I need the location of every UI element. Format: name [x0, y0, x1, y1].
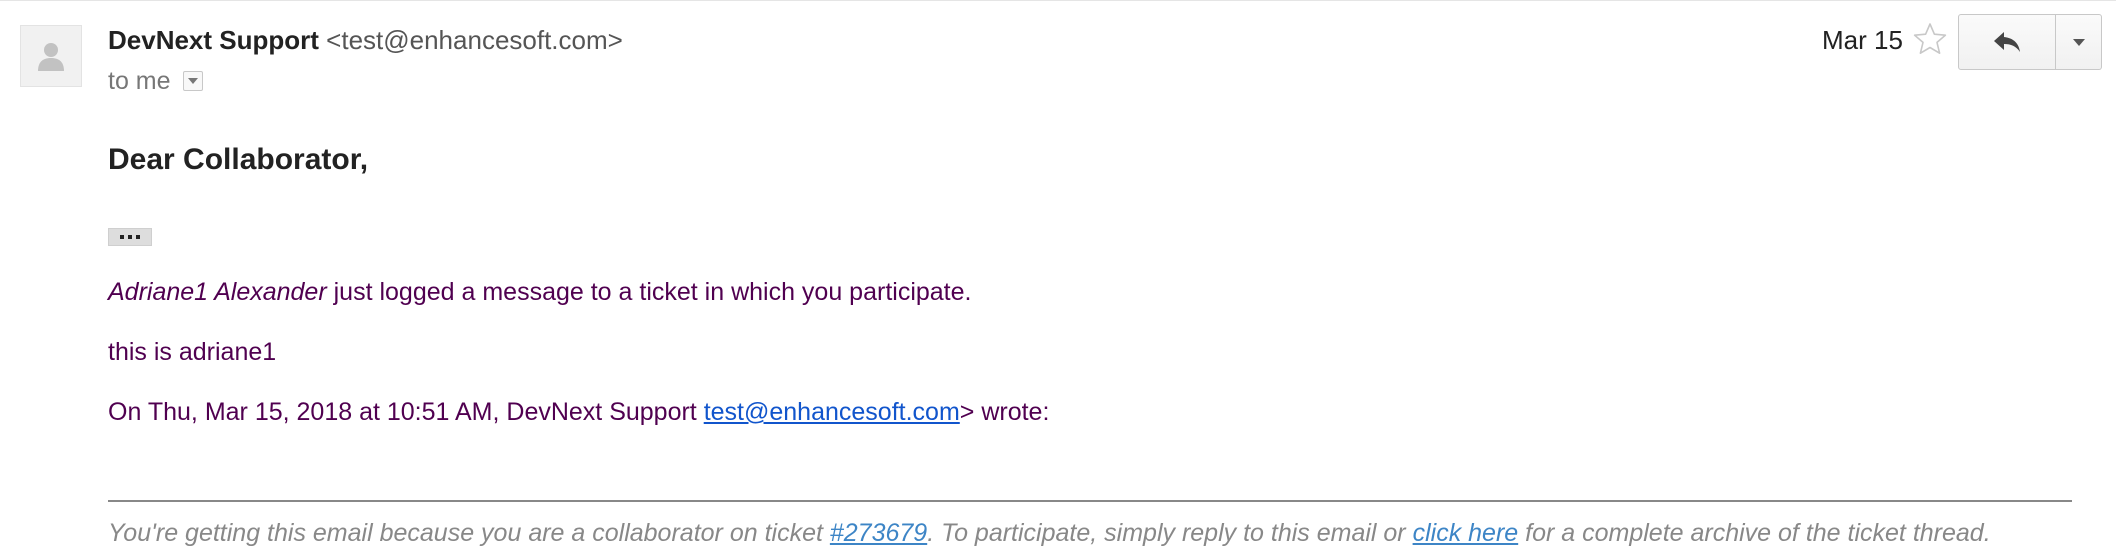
more-actions-button[interactable] — [2056, 14, 2102, 70]
footer-text-middle: . To participate, simply reply to this e… — [927, 519, 1413, 547]
archive-link[interactable]: click here — [1413, 519, 1519, 547]
message-text: this is adriane1 — [108, 338, 277, 366]
quote-prefix: On Thu, Mar 15, 2018 at 10:51 AM, DevNex… — [108, 398, 704, 426]
sender-avatar[interactable] — [20, 25, 82, 87]
dot — [136, 235, 140, 239]
reply-arrow-icon — [1994, 32, 2020, 52]
footer-text-start: You're getting this email because you ar… — [108, 519, 830, 547]
quote-suffix: > wrote: — [959, 398, 1050, 426]
caret-down-icon — [2072, 38, 2085, 46]
show-trimmed-content-button[interactable] — [108, 228, 152, 246]
quote-header: On Thu, Mar 15, 2018 at 10:51 AM, DevNex… — [108, 397, 1049, 427]
person-silhouette-icon — [38, 43, 64, 71]
show-details-button[interactable] — [182, 71, 203, 91]
star-icon[interactable] — [1912, 21, 1948, 57]
sender-name[interactable]: DevNext Support — [108, 25, 319, 55]
author-action: just logged a message to a ticket in whi… — [326, 278, 972, 306]
top-divider — [0, 0, 2116, 1]
caret-down-icon — [187, 78, 198, 84]
footer-divider — [108, 500, 2072, 502]
dot — [120, 235, 124, 239]
ticket-link[interactable]: #273679 — [830, 519, 927, 547]
message-date: Mar 15 — [1822, 25, 1903, 55]
author-name: Adriane1 Alexander — [108, 278, 327, 306]
quote-email-link[interactable]: test@enhancesoft.com — [704, 398, 960, 426]
greeting: Dear Collaborator, — [108, 143, 369, 176]
footer-notice: You're getting this email because you ar… — [108, 518, 1991, 548]
author-line: Adriane1 Alexander just logged a message… — [108, 277, 971, 307]
reply-button-group — [1958, 14, 2102, 70]
sender-email: <test@enhancesoft.com> — [326, 25, 623, 55]
recipient-line: to me — [108, 66, 203, 96]
dot — [128, 235, 132, 239]
footer-text-end: for a complete archive of the ticket thr… — [1518, 519, 1991, 547]
reply-button[interactable] — [1958, 14, 2056, 70]
to-label: to me — [108, 67, 171, 95]
sender-line: DevNext Support <test@enhancesoft.com> — [108, 24, 623, 56]
